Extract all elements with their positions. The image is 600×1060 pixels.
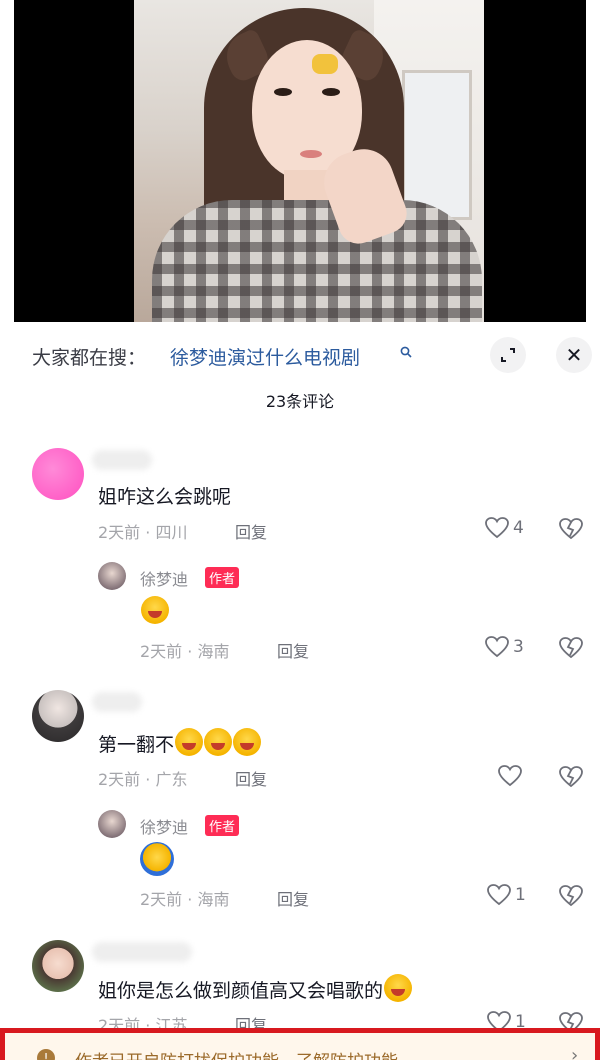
reply-button[interactable]: 回复 xyxy=(277,638,309,662)
dislike-icon[interactable] xyxy=(558,884,584,908)
video-player[interactable] xyxy=(0,0,600,322)
comment-meta: 2天前 · 四川 xyxy=(98,523,188,542)
username-blurred[interactable] xyxy=(92,450,152,470)
close-icon: ✕ xyxy=(565,343,583,367)
author-avatar[interactable] xyxy=(98,562,126,590)
comment-count: 23条评论 xyxy=(265,392,335,411)
heart-icon xyxy=(487,884,511,906)
comment-text: 姐你是怎么做到颜值高又会唱歌的 xyxy=(98,974,413,1003)
anti-harassment-notice[interactable]: ! 作者已开启防打扰保护功能，了解防护功能 › xyxy=(0,1028,600,1060)
comment-text: 姐咋这么会跳呢 xyxy=(98,486,232,508)
search-prefix: 大家都在搜： xyxy=(32,347,147,369)
like-count: 4 xyxy=(513,518,524,538)
dislike-icon[interactable] xyxy=(558,765,584,789)
laugh-cry-emoji xyxy=(204,728,233,756)
background-window xyxy=(402,70,472,220)
video-frame[interactable] xyxy=(14,0,586,322)
like-count: 3 xyxy=(513,637,524,657)
hands-sticker xyxy=(312,54,338,74)
reply-button[interactable]: 回复 xyxy=(235,766,267,790)
heart-icon xyxy=(485,636,509,658)
laugh-cry-emoji xyxy=(140,596,169,624)
avatar[interactable] xyxy=(32,940,84,992)
comment-text: 第一翻不 xyxy=(98,728,262,757)
plaid-shirt xyxy=(152,200,482,322)
avatar[interactable] xyxy=(32,690,84,742)
username-blurred[interactable] xyxy=(92,942,192,962)
pleading-emoji xyxy=(384,974,413,1002)
like-button[interactable] xyxy=(497,764,523,788)
search-suggestion-link[interactable]: 徐梦迪演过什么电视剧 xyxy=(170,343,360,370)
learn-more-link[interactable]: 了解防护功能 xyxy=(296,1052,398,1060)
like-button[interactable]: 3 xyxy=(484,635,524,659)
author-badge: 作者 xyxy=(205,567,240,588)
heart-icon xyxy=(485,517,509,539)
avatar[interactable] xyxy=(32,448,84,500)
reply-meta: 2天前 · 海南 xyxy=(140,890,230,909)
dislike-icon[interactable] xyxy=(558,517,584,541)
laugh-cry-emoji xyxy=(233,728,262,756)
info-icon: ! xyxy=(37,1049,55,1060)
close-button[interactable]: ✕ xyxy=(556,337,592,373)
notice-text: 作者已开启防打扰保护功能，了解防护功能 xyxy=(75,1047,398,1060)
blue-laugh-emoji xyxy=(140,842,174,876)
dislike-icon[interactable] xyxy=(558,636,584,660)
expand-icon xyxy=(501,348,515,362)
author-avatar[interactable] xyxy=(98,810,126,838)
like-button[interactable]: 4 xyxy=(484,516,524,540)
author-name[interactable]: 徐梦迪 xyxy=(140,814,188,838)
reply-button[interactable]: 回复 xyxy=(235,519,267,543)
expand-button[interactable] xyxy=(490,337,526,373)
reply-meta: 2天前 · 海南 xyxy=(140,642,230,661)
comment-meta: 2天前 · 广东 xyxy=(98,770,188,789)
author-badge: 作者 xyxy=(205,815,240,836)
heart-icon xyxy=(498,765,522,787)
laugh-cry-emoji xyxy=(175,728,204,756)
reply-button[interactable]: 回复 xyxy=(277,886,309,910)
video-thumbnail xyxy=(134,0,484,322)
author-name[interactable]: 徐梦迪 xyxy=(140,566,188,590)
like-button[interactable]: 1 xyxy=(486,883,526,907)
search-icon[interactable] xyxy=(400,346,412,361)
chevron-right-icon[interactable]: › xyxy=(571,1045,578,1060)
username-blurred[interactable] xyxy=(92,692,142,712)
like-count: 1 xyxy=(515,885,526,905)
